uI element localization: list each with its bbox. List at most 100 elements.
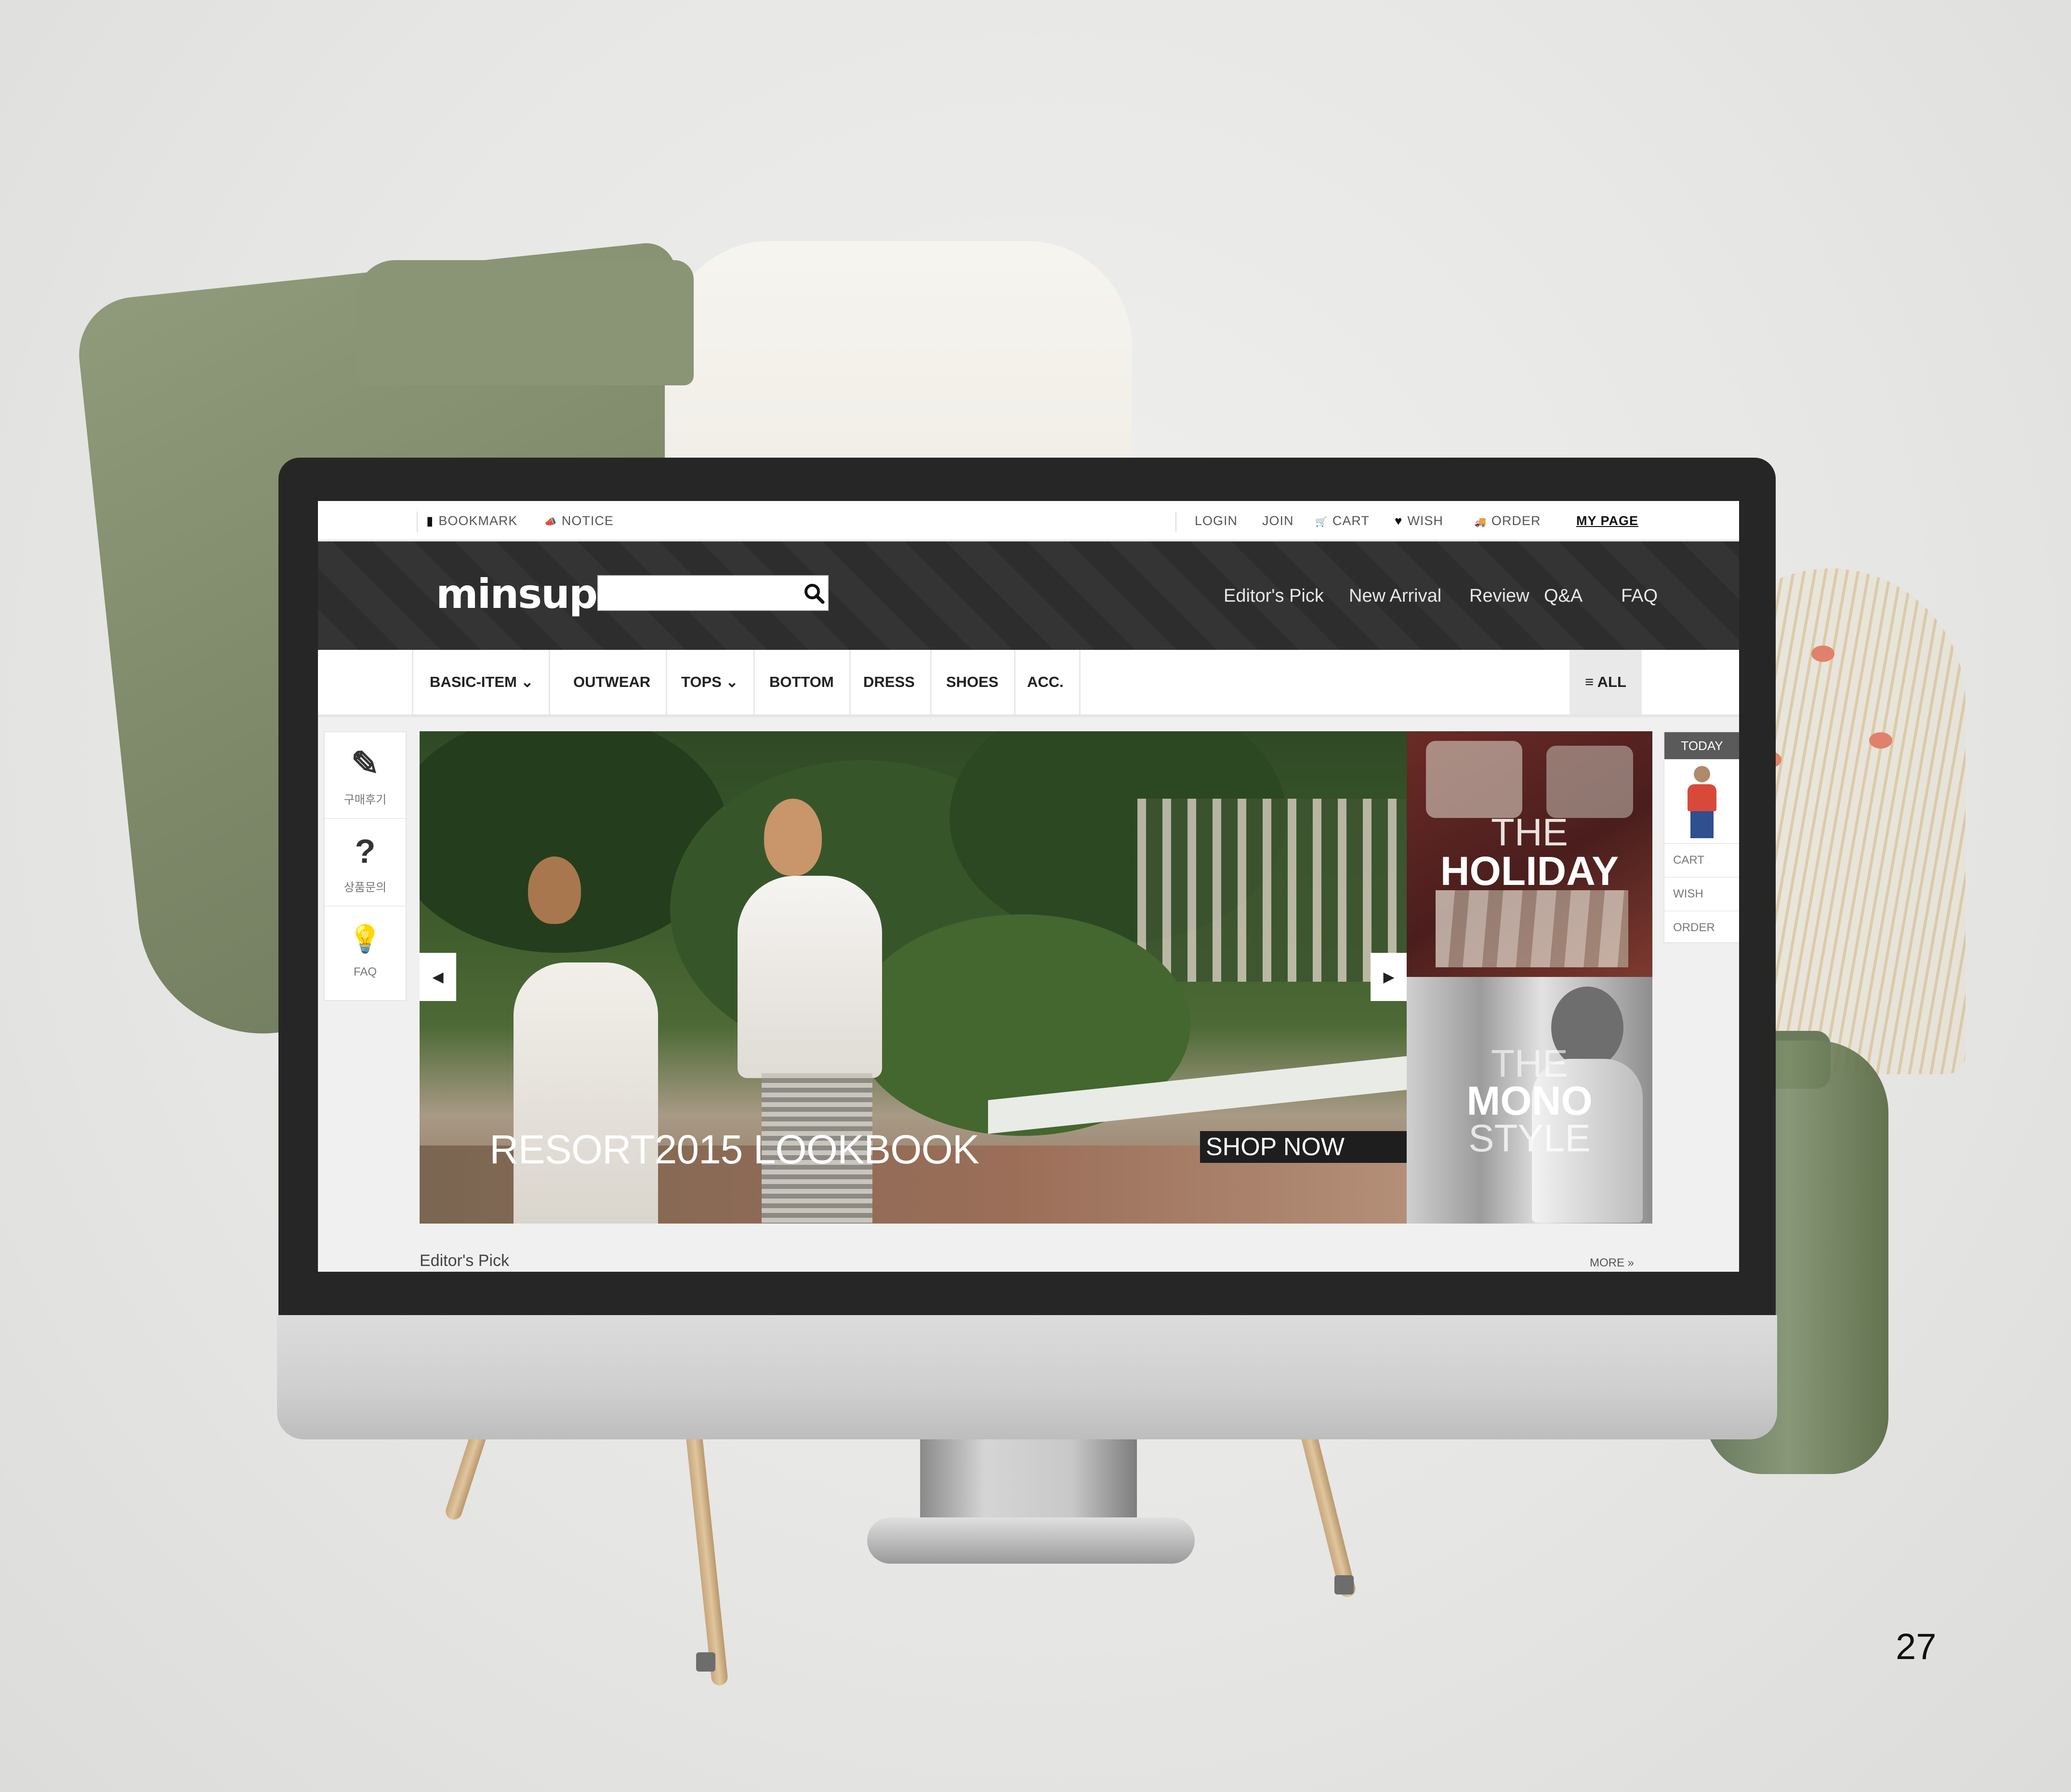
bookmark-link[interactable]: ▮ BOOKMARK — [426, 514, 517, 530]
search-icon[interactable] — [801, 580, 828, 607]
login-label: LOGIN — [1195, 514, 1238, 528]
nav-new-arrival[interactable]: New Arrival — [1349, 586, 1441, 606]
pencil-icon: ✎ — [351, 745, 380, 782]
divider — [1175, 512, 1176, 532]
mono-line1: THE — [1491, 1042, 1568, 1085]
cart-icon: 🛒 — [1315, 517, 1328, 527]
my-page-label: MY PAGE — [1576, 514, 1639, 528]
divider — [417, 512, 418, 532]
notice-label: NOTICE — [561, 514, 614, 528]
recent-product-thumb[interactable] — [1683, 766, 1721, 838]
question-icon: ? — [355, 832, 376, 870]
chevron-left-icon: ◀ — [432, 969, 444, 985]
my-page-link[interactable]: MY PAGE — [1576, 514, 1638, 530]
thumb-top — [1688, 784, 1716, 811]
today-title: TODAY — [1664, 732, 1739, 759]
category-bottom[interactable]: BOTTOM — [754, 650, 851, 714]
bookmark-label: BOOKMARK — [438, 514, 518, 528]
holiday-line1: THE — [1491, 811, 1568, 854]
today-order-label: ORDER — [1673, 921, 1715, 934]
next-slide-button[interactable]: ▶ — [1371, 953, 1407, 1001]
category-outwear[interactable]: OUTWEAR — [558, 650, 668, 714]
dried-flower — [1869, 732, 1892, 749]
chair-leg — [1299, 1426, 1358, 1599]
hero-slide[interactable]: RESORT2015 LOOKBOOK SHOP NOW ◀ ▶ — [420, 731, 1407, 1224]
chair-leg — [685, 1425, 729, 1687]
model-head — [764, 799, 822, 876]
nav-qna[interactable]: Q&A — [1544, 586, 1583, 606]
monitor-stand-base — [867, 1517, 1195, 1564]
fence — [1137, 799, 1407, 982]
chevron-right-icon: ▶ — [1383, 969, 1395, 985]
notice-link[interactable]: 📣 NOTICE — [544, 514, 614, 530]
wish-link[interactable]: ♥ WISH — [1395, 514, 1443, 530]
megaphone-icon: 📣 — [544, 517, 557, 527]
thumb-head — [1694, 766, 1710, 782]
quick-tools: ✎ 구매후기 ? 상품문의 💡 FAQ — [324, 731, 407, 1001]
divider — [412, 650, 413, 714]
monitor-chin — [277, 1315, 1777, 1439]
chair-leg-cap — [696, 1652, 715, 1672]
today-order[interactable]: ORDER — [1664, 910, 1739, 944]
tool-faq-label: FAQ — [353, 965, 377, 978]
today-wish[interactable]: WISH — [1664, 877, 1739, 910]
cart-link[interactable]: 🛒 CART — [1315, 514, 1370, 530]
lightbulb-icon: 💡 — [348, 923, 382, 954]
tool-review-label: 구매후기 — [343, 793, 387, 806]
photo-detail — [1546, 746, 1633, 818]
join-link[interactable]: JOIN — [1262, 514, 1294, 530]
section-title: Editor's Pick — [420, 1252, 509, 1270]
model-white-blouse — [738, 876, 882, 1078]
order-link[interactable]: 🚚 ORDER — [1474, 514, 1541, 530]
order-label: ORDER — [1491, 514, 1541, 528]
chair-leg-cap — [1334, 1575, 1354, 1594]
category-shoes[interactable]: SHOES — [931, 650, 1016, 714]
join-label: JOIN — [1262, 514, 1294, 528]
bookmark-icon: ▮ — [426, 514, 434, 528]
mono-style-banner[interactable]: THE MONO STYLE — [1407, 977, 1652, 1224]
monitor-screen: ▮ BOOKMARK 📣 NOTICE LOGIN JOIN 🛒 CART ♥ WISH… — [318, 501, 1739, 1272]
tool-inquiry[interactable]: ? 상품문의 — [325, 820, 406, 907]
dried-flower — [1811, 646, 1834, 662]
search-input[interactable] — [597, 575, 829, 611]
heart-icon: ♥ — [1395, 514, 1403, 528]
site-logo[interactable]: minsup — [436, 570, 598, 618]
wish-label: WISH — [1407, 514, 1443, 528]
category-bar: BASIC-ITEM ⌄ OUTWEAR TOPS ⌄ BOTTOM DRESS… — [318, 650, 1739, 717]
thumb-jeans — [1690, 811, 1714, 838]
page-number: 27 — [1896, 1626, 1937, 1667]
model-head — [528, 856, 581, 924]
model-white-dress — [514, 962, 658, 1224]
holiday-line2: HOLIDAY — [1440, 848, 1619, 894]
utility-bar: ▮ BOOKMARK 📣 NOTICE LOGIN JOIN 🛒 CART ♥ WISH… — [318, 501, 1739, 541]
nav-faq[interactable]: FAQ — [1621, 586, 1658, 606]
cart-label: CART — [1332, 514, 1370, 528]
holiday-banner[interactable]: THE HOLIDAY — [1407, 731, 1652, 977]
mono-line3: STYLE — [1468, 1117, 1591, 1160]
tool-review[interactable]: ✎ 구매후기 — [325, 732, 406, 819]
all-categories-button[interactable]: ≡ ALL — [1570, 650, 1642, 714]
category-basic-item[interactable]: BASIC-ITEM ⌄ — [414, 650, 551, 714]
photo-detail — [1426, 741, 1522, 818]
nav-review[interactable]: Review — [1469, 586, 1530, 606]
nav-editors-pick[interactable]: Editor's Pick — [1224, 586, 1324, 606]
prev-slide-button[interactable]: ◀ — [420, 953, 456, 1001]
more-link[interactable]: MORE » — [1590, 1256, 1634, 1270]
mono-line2: MONO — [1466, 1078, 1593, 1123]
today-cart[interactable]: CART — [1664, 843, 1739, 877]
tool-inquiry-label: 상품문의 — [343, 881, 387, 894]
category-dress[interactable]: DRESS — [848, 650, 932, 714]
today-panel: TODAY CART WISH ORDER — [1663, 731, 1739, 943]
throw-fold — [356, 260, 694, 385]
category-tops[interactable]: TOPS ⌄ — [666, 650, 755, 714]
shop-now-button[interactable]: SHOP NOW — [1200, 1131, 1407, 1163]
category-acc[interactable]: ACC. — [1012, 650, 1081, 714]
hero-title: RESORT2015 LOOKBOOK — [489, 1127, 979, 1172]
today-cart-label: CART — [1673, 854, 1704, 867]
login-link[interactable]: LOGIN — [1195, 514, 1238, 530]
truck-icon: 🚚 — [1474, 517, 1487, 527]
newspapers — [1436, 890, 1628, 967]
tool-faq[interactable]: 💡 FAQ — [325, 908, 406, 994]
today-wish-label: WISH — [1673, 887, 1703, 900]
site-header: minsup Editor's Pick New Arrival Review … — [318, 541, 1739, 650]
